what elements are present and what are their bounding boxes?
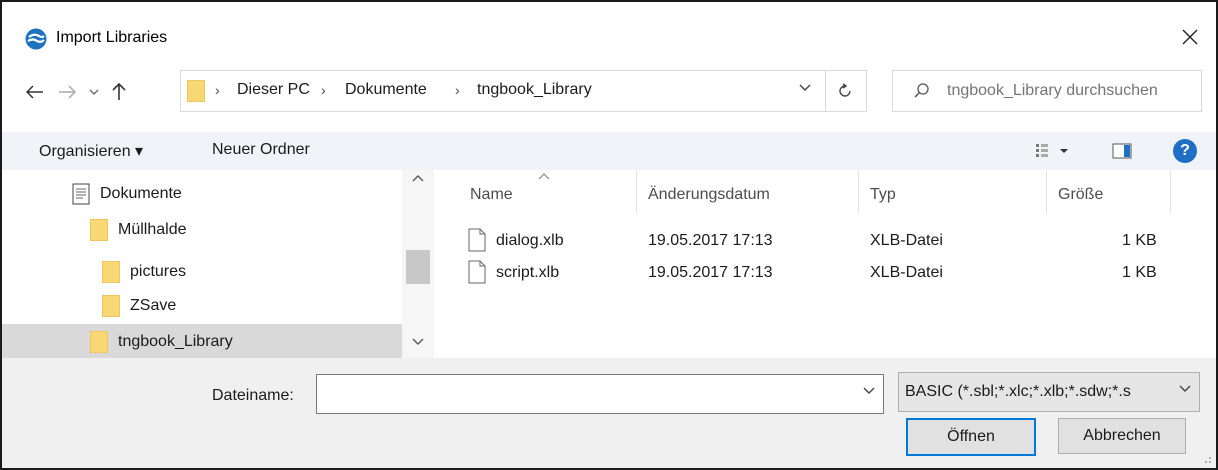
new-folder-button[interactable]: Neuer Ordner bbox=[212, 141, 310, 159]
tree-item-label: pictures bbox=[130, 263, 187, 280]
tree-item-label: Dokumente bbox=[100, 185, 182, 202]
chevron-down-icon[interactable] bbox=[799, 84, 811, 92]
breadcrumb-separator: › bbox=[215, 82, 220, 98]
tree-item-tngbook-library[interactable]: tngbook_Library bbox=[2, 324, 402, 360]
folder-icon bbox=[90, 219, 108, 241]
search-box[interactable] bbox=[892, 70, 1202, 112]
tree-item-pictures[interactable]: pictures bbox=[2, 254, 402, 290]
arrow-right-icon bbox=[59, 85, 76, 99]
column-header-type[interactable]: Typ bbox=[870, 186, 896, 204]
chevron-down-icon bbox=[89, 89, 99, 95]
file-list: Name Änderungsdatum Typ Größe dialog.xlb… bbox=[434, 170, 1216, 358]
file-date: 19.05.2017 17:13 bbox=[648, 264, 773, 281]
search-input[interactable] bbox=[947, 82, 1197, 100]
import-libraries-dialog: Import Libraries › Dieser PC › Dokumente… bbox=[0, 0, 1218, 470]
recent-locations-button[interactable] bbox=[84, 78, 104, 106]
tree-item-label: tngbook_Library bbox=[118, 333, 233, 350]
file-date: 19.05.2017 17:13 bbox=[648, 232, 773, 249]
folder-icon bbox=[187, 80, 205, 102]
breadcrumb-separator: › bbox=[321, 82, 326, 98]
preview-pane-icon[interactable] bbox=[1112, 142, 1132, 160]
tree-item-label: ZSave bbox=[130, 297, 177, 314]
column-header-name[interactable]: Name bbox=[470, 186, 513, 204]
breadcrumb-dokumente[interactable]: Dokumente bbox=[345, 81, 427, 99]
help-button[interactable]: ? bbox=[1173, 139, 1197, 163]
file-size: 1 KB bbox=[1122, 232, 1157, 249]
tree-scrollbar[interactable] bbox=[402, 170, 434, 358]
file-size: 1 KB bbox=[1122, 264, 1157, 281]
close-button[interactable] bbox=[1164, 20, 1216, 54]
title-bar: Import Libraries bbox=[2, 2, 1216, 56]
tree-item-zsave[interactable]: ZSave bbox=[2, 288, 402, 324]
forward-button[interactable] bbox=[54, 78, 80, 106]
filename-input[interactable] bbox=[323, 383, 853, 401]
file-type-filter-value: BASIC (*.sbl;*.xlc;*.xlb;*.sdw;*.s bbox=[905, 383, 1131, 400]
scrollbar-thumb[interactable] bbox=[406, 250, 430, 284]
breadcrumb-separator: › bbox=[455, 82, 460, 98]
open-button[interactable]: Öffnen bbox=[906, 418, 1036, 456]
documents-icon bbox=[72, 183, 90, 205]
folder-icon bbox=[102, 295, 120, 317]
navigation-tree: Dokumente Müllhalde pictures ZSave tngbo… bbox=[2, 170, 434, 360]
chevron-down-icon[interactable] bbox=[863, 387, 875, 395]
file-type-filter-select[interactable]: BASIC (*.sbl;*.xlc;*.xlb;*.sdw;*.s bbox=[898, 372, 1200, 412]
close-icon bbox=[1182, 29, 1198, 45]
file-icon bbox=[468, 228, 486, 252]
resize-grip-icon[interactable] bbox=[1200, 452, 1212, 464]
folder-icon bbox=[90, 331, 108, 353]
filename-combobox[interactable] bbox=[316, 374, 884, 414]
file-row[interactable]: script.xlb 19.05.2017 17:13 XLB-Datei 1 … bbox=[434, 256, 1216, 288]
command-toolbar: Organisieren ▾ Neuer Ordner ? bbox=[2, 132, 1216, 170]
file-icon bbox=[468, 260, 486, 284]
address-bar[interactable]: › Dieser PC › Dokumente › tngbook_Librar… bbox=[180, 70, 826, 112]
view-options-icon[interactable] bbox=[1034, 142, 1076, 160]
tree-item-muellhalde[interactable]: Müllhalde bbox=[2, 212, 402, 248]
refresh-icon bbox=[839, 83, 851, 97]
column-divider[interactable] bbox=[1170, 170, 1171, 214]
file-type: XLB-Datei bbox=[870, 264, 943, 281]
dialog-footer: Dateiname: BASIC (*.sbl;*.xlc;*.xlb;*.sd… bbox=[2, 358, 1216, 468]
column-divider[interactable] bbox=[858, 170, 859, 214]
app-logo-icon bbox=[25, 28, 47, 50]
refresh-button[interactable] bbox=[824, 70, 867, 112]
column-header-date[interactable]: Änderungsdatum bbox=[648, 186, 770, 204]
arrow-left-icon bbox=[26, 85, 43, 99]
tree-item-dokumente[interactable]: Dokumente bbox=[2, 176, 402, 212]
arrow-up-icon bbox=[112, 83, 126, 100]
chevron-down-icon[interactable] bbox=[1179, 385, 1191, 393]
organize-menu-button[interactable]: Organisieren ▾ bbox=[39, 141, 143, 161]
filename-label: Dateiname: bbox=[212, 387, 294, 404]
file-name: dialog.xlb bbox=[496, 232, 564, 249]
column-divider[interactable] bbox=[636, 170, 637, 214]
scroll-down-icon[interactable] bbox=[412, 338, 424, 346]
file-row[interactable]: dialog.xlb 19.05.2017 17:13 XLB-Datei 1 … bbox=[434, 224, 1216, 256]
window-title: Import Libraries bbox=[56, 29, 168, 46]
folder-icon bbox=[102, 261, 120, 283]
cancel-button[interactable]: Abbrechen bbox=[1058, 418, 1186, 454]
column-header-size[interactable]: Größe bbox=[1058, 186, 1103, 204]
breadcrumb-dieser-pc[interactable]: Dieser PC bbox=[237, 81, 310, 99]
breadcrumb-tngbook-library[interactable]: tngbook_Library bbox=[477, 81, 592, 99]
column-divider[interactable] bbox=[1046, 170, 1047, 214]
up-button[interactable] bbox=[106, 78, 132, 106]
tree-item-label: Müllhalde bbox=[118, 221, 187, 238]
back-button[interactable] bbox=[22, 78, 48, 106]
scroll-up-icon[interactable] bbox=[412, 174, 424, 182]
file-type: XLB-Datei bbox=[870, 232, 943, 249]
search-icon bbox=[914, 83, 929, 98]
sort-ascending-icon bbox=[538, 173, 550, 180]
file-name: script.xlb bbox=[496, 264, 560, 281]
